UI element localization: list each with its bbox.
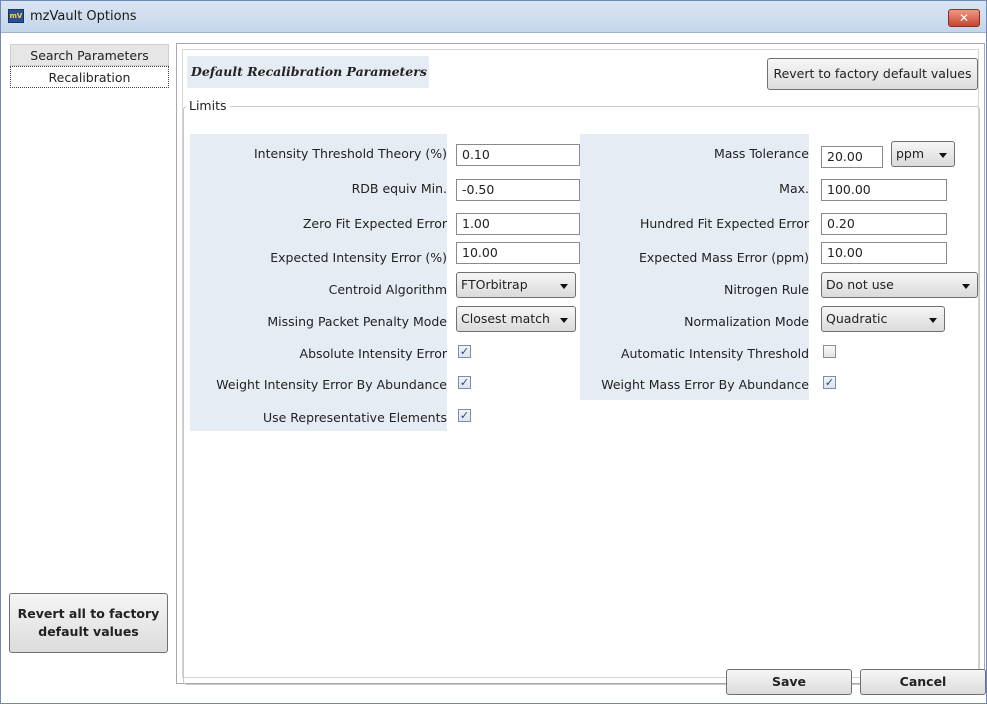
sidebar-item-search-parameters[interactable]: Search Parameters	[10, 44, 169, 66]
max-input[interactable]: 100.00	[821, 179, 947, 201]
window-title: mzVault Options	[30, 9, 137, 24]
save-button[interactable]: Save	[726, 669, 852, 695]
chevron-down-icon	[560, 318, 568, 323]
missing-packet-penalty-mode-value: Closest match	[461, 311, 550, 326]
weight-intensity-error-checkbox[interactable]: ✓	[458, 376, 471, 389]
mass-tolerance-label: Mass Tolerance	[713, 146, 809, 161]
automatic-intensity-threshold-checkbox[interactable]	[823, 345, 836, 358]
absolute-intensity-error-label: Absolute Intensity Error	[299, 346, 447, 361]
chevron-down-icon	[560, 284, 568, 289]
hundred-fit-expected-error-input[interactable]: 0.20	[821, 213, 947, 235]
weight-mass-error-checkbox[interactable]: ✓	[823, 376, 836, 389]
mass-tolerance-input[interactable]: 20.00	[821, 146, 883, 168]
sidebar: Search Parameters Recalibration	[10, 44, 169, 682]
chevron-down-icon	[929, 318, 937, 323]
chevron-down-icon	[962, 284, 970, 289]
app-icon: mV	[8, 9, 24, 23]
cancel-button[interactable]: Cancel	[860, 669, 986, 695]
hundred-fit-expected-error-label: Hundred Fit Expected Error	[639, 216, 809, 231]
expected-intensity-error-label: Expected Intensity Error (%)	[270, 250, 447, 265]
close-button[interactable]: ✕	[948, 9, 980, 27]
chevron-down-icon	[939, 153, 947, 158]
title-bar: mV mzVault Options ✕	[1, 1, 986, 33]
section-title: Default Recalibration Parameters	[187, 56, 429, 88]
rdb-equiv-min-label: RDB equiv Min.	[351, 181, 447, 196]
revert-factory-defaults-button[interactable]: Revert to factory default values	[767, 58, 978, 90]
nitrogen-rule-value: Do not use	[826, 277, 894, 292]
revert-all-button[interactable]: Revert all to factory default values	[9, 593, 168, 653]
zero-fit-expected-error-input[interactable]: 1.00	[456, 213, 580, 235]
missing-packet-penalty-mode-dropdown[interactable]: Closest match	[456, 306, 576, 332]
rdb-equiv-min-input[interactable]: -0.50	[456, 179, 580, 201]
weight-mass-error-label: Weight Mass Error By Abundance	[601, 377, 809, 392]
automatic-intensity-threshold-label: Automatic Intensity Threshold	[620, 346, 809, 361]
normalization-mode-value: Quadratic	[826, 311, 888, 326]
options-window: mV mzVault Options ✕ Search Parameters R…	[0, 0, 987, 704]
centroid-algorithm-dropdown[interactable]: FTOrbitrap	[456, 272, 576, 298]
intensity-threshold-theory-input[interactable]: 0.10	[456, 144, 580, 166]
sidebar-item-recalibration[interactable]: Recalibration	[10, 66, 169, 88]
absolute-intensity-error-checkbox[interactable]: ✓	[458, 345, 471, 358]
nitrogen-rule-dropdown[interactable]: Do not use	[821, 272, 978, 298]
revert-all-label-line1: Revert all to factory	[17, 606, 160, 621]
checkmark-icon: ✓	[459, 409, 470, 422]
centroid-algorithm-label: Centroid Algorithm	[328, 282, 447, 297]
intensity-threshold-theory-label: Intensity Threshold Theory (%)	[254, 146, 447, 161]
missing-packet-penalty-mode-label: Missing Packet Penalty Mode	[267, 314, 447, 329]
use-representative-elements-checkbox[interactable]: ✓	[458, 409, 471, 422]
recalibration-panel: Default Recalibration Parameters Revert …	[176, 43, 985, 685]
centroid-algorithm-value: FTOrbitrap	[461, 277, 528, 292]
max-label: Max.	[779, 181, 809, 196]
expected-mass-error-label: Expected Mass Error (ppm)	[639, 250, 809, 265]
checkmark-icon: ✓	[459, 376, 470, 389]
normalization-mode-label: Normalization Mode	[684, 314, 809, 329]
close-icon: ✕	[958, 11, 970, 25]
mass-tolerance-unit-dropdown[interactable]: ppm	[891, 141, 955, 167]
use-representative-elements-label: Use Representative Elements	[262, 410, 447, 425]
checkmark-icon: ✓	[824, 376, 835, 389]
expected-mass-error-input[interactable]: 10.00	[821, 242, 947, 264]
nitrogen-rule-label: Nitrogen Rule	[724, 282, 809, 297]
zero-fit-expected-error-label: Zero Fit Expected Error	[302, 216, 447, 231]
revert-all-label-line2: default values	[38, 624, 139, 639]
normalization-mode-dropdown[interactable]: Quadratic	[821, 306, 945, 332]
weight-intensity-error-label: Weight Intensity Error By Abundance	[216, 377, 447, 392]
mass-tolerance-unit-value: ppm	[896, 146, 925, 161]
limits-legend: Limits	[186, 98, 230, 113]
checkmark-icon: ✓	[459, 345, 470, 358]
expected-intensity-error-input[interactable]: 10.00	[456, 242, 580, 264]
